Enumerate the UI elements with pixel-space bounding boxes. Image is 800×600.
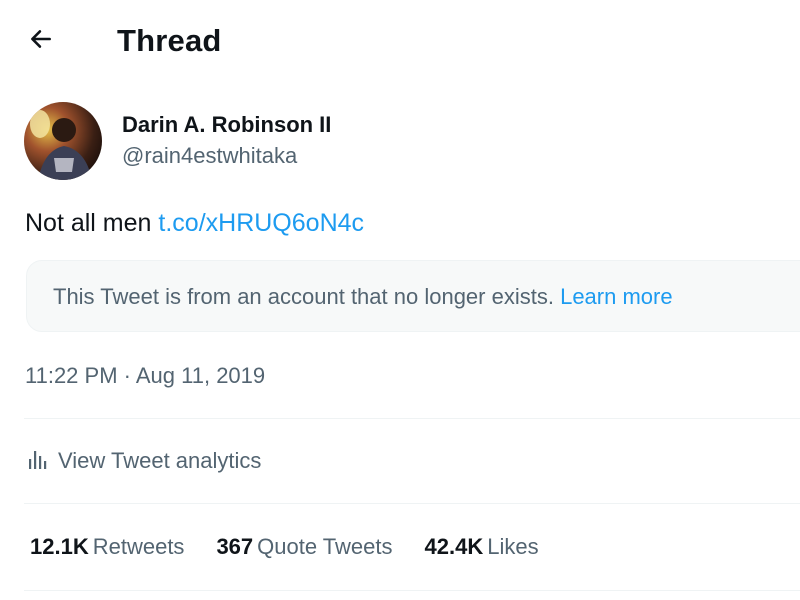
avatar[interactable] [24,102,102,180]
quote-tweets-count: 367 [216,534,254,559]
analytics-bars-icon [26,447,50,476]
retweets-count: 12.1K [30,534,89,559]
likes-count: 42.4K [424,534,484,559]
divider [24,590,800,591]
author-display-name[interactable]: Darin A. Robinson II [122,112,331,138]
tweet-link[interactable]: t.co/xHRUQ6oN4c [158,209,364,237]
analytics-label: View Tweet analytics [58,448,262,473]
divider [24,418,800,419]
tweet-body: Not all men t.co/xHRUQ6oN4c [25,207,364,239]
quote-tweets-label: Quote Tweets [257,534,393,559]
notice-text: This Tweet is from an account that no lo… [53,284,554,309]
learn-more-link[interactable]: Learn more [560,284,673,309]
back-button[interactable] [22,22,60,60]
retweets-label: Retweets [92,534,185,559]
page-title: Thread [117,23,222,58]
retweets-stat[interactable]: 12.1K Retweets [30,533,184,561]
tweet-timestamp[interactable]: 11:22 PM · Aug 11, 2019 [25,362,265,390]
header-bar: Thread [0,0,800,82]
view-analytics-button[interactable]: View Tweet analytics [26,444,261,478]
likes-label: Likes [487,534,539,559]
tweet-text: Not all men [25,209,152,237]
author-handle[interactable]: @rain4estwhitaka [122,143,297,169]
likes-stat[interactable]: 42.4K Likes [425,533,539,561]
quote-tweets-stat[interactable]: 367 Quote Tweets [216,533,392,561]
tweet-stats: 12.1K Retweets 367 Quote Tweets 42.4K Likes [30,533,571,561]
thread-page: Thread Darin A. Robinson II @rain4estwhi… [0,0,800,600]
unavailable-tweet-notice: This Tweet is from an account that no lo… [26,260,800,332]
divider [24,503,800,504]
notice-body: This Tweet is from an account that no lo… [53,283,673,311]
arrow-left-icon [28,26,54,57]
